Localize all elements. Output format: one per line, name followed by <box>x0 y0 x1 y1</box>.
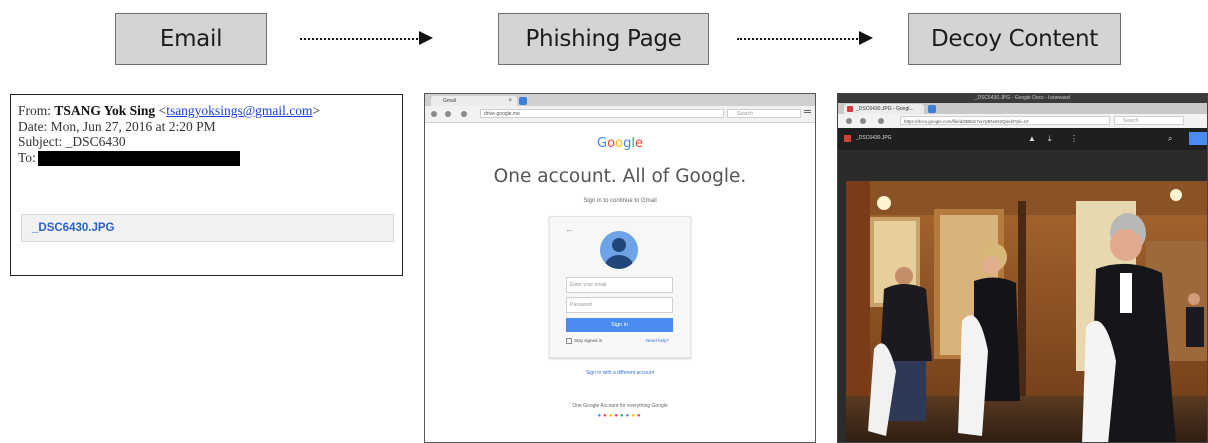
page-title: One account. All of Google. <box>493 166 747 187</box>
download-icon[interactable]: ⤓ <box>1048 134 1052 144</box>
address-bar[interactable]: https://docs.google.com/file/d/0B8dz7iuY… <box>900 116 1110 125</box>
arrow-phishing-to-decoy <box>737 38 858 42</box>
new-tab-icon[interactable] <box>928 105 936 113</box>
back-arrow-icon[interactable]: ← <box>565 224 574 234</box>
back-icon[interactable] <box>431 111 437 117</box>
decoy-screenshot: _DSC6430.JPG - Google Docs - Iceweasel _… <box>837 93 1208 443</box>
more-icon[interactable]: ⋮ <box>1070 134 1078 143</box>
arrow-head-1 <box>419 31 433 45</box>
back-icon[interactable] <box>846 118 852 124</box>
different-account-link[interactable]: Sign in with a different account <box>425 370 815 376</box>
need-help-link[interactable]: Need help? <box>646 338 669 343</box>
stage-email: Email <box>115 13 267 65</box>
docs-icon <box>847 106 853 112</box>
viewer-toolbar: _DSC6430.JPG ▲ ⤓ ⋮ ⌕ <box>838 128 1207 150</box>
window-title: _DSC6430.JPG - Google Docs - Iceweasel <box>838 94 1207 103</box>
sign-in-button[interactable]: Sign in <box>566 318 673 332</box>
file-name: _DSC6430.JPG <box>856 135 892 141</box>
tab-title: Gmail <box>443 98 457 104</box>
decoy-photo <box>846 181 1207 442</box>
close-tab-icon[interactable]: × <box>508 96 512 106</box>
sender-name: TSANG Yok Sing <box>54 103 156 118</box>
password-input[interactable]: Password <box>566 297 673 313</box>
stay-signed-in-checkbox[interactable]: Stay signed in <box>566 338 602 344</box>
browser-tab[interactable]: Gmail × <box>431 96 517 106</box>
forward-icon[interactable] <box>445 111 451 117</box>
browser-toolbar: drive-google.me Search <box>425 106 815 123</box>
email-subject-line: Subject: _DSC6430 <box>18 134 126 149</box>
search-box[interactable]: Search <box>1114 116 1184 125</box>
address-bar[interactable]: drive-google.me <box>480 109 724 118</box>
google-apps-icons: ●●●●●●●● <box>597 413 643 419</box>
stage-phishing-page: Phishing Page <box>498 13 709 65</box>
email-from-line: From: TSANG Yok Sing <tsangyoksings@gmai… <box>18 103 321 118</box>
sender-email-link[interactable]: tsangyoksings@gmail.com <box>166 103 312 118</box>
redacted-recipient <box>37 150 240 166</box>
new-tab-icon[interactable] <box>519 97 527 105</box>
email-input[interactable]: Enter your email <box>566 277 673 293</box>
page-subtitle: Sign in to continue to Gmail <box>583 198 657 204</box>
browser-tabbar: _DSC6430.JPG - Googl... <box>838 103 1207 114</box>
avatar-icon <box>600 231 638 269</box>
login-card: ← Enter your email Password Sign in Stay… <box>549 216 691 358</box>
menu-icon[interactable] <box>804 110 811 113</box>
one-account-text: One Google Account for everything Google <box>572 403 668 409</box>
email-screenshot: From: TSANG Yok Sing <tsangyoksings@gmai… <box>10 94 403 276</box>
home-icon[interactable] <box>878 118 884 124</box>
tab-title: _DSC6430.JPG - Googl... <box>856 106 914 112</box>
phishing-screenshot: Gmail × drive-google.me Search Google On… <box>424 93 816 443</box>
browser-tab[interactable]: _DSC6430.JPG - Googl... <box>844 104 924 114</box>
stage-decoy-content: Decoy Content <box>908 13 1121 65</box>
arrow-head-2 <box>859 31 873 45</box>
drive-icon[interactable]: ▲ <box>1028 134 1036 143</box>
email-to-line: To: <box>18 150 402 166</box>
attachment-link[interactable]: _DSC6430.JPG <box>21 214 394 242</box>
home-icon[interactable] <box>461 111 467 117</box>
forward-icon[interactable] <box>860 118 866 124</box>
browser-toolbar: https://docs.google.com/file/d/0B8dz7iuY… <box>838 114 1207 129</box>
zoom-icon[interactable]: ⌕ <box>1168 134 1172 144</box>
email-date-line: Date: Mon, Jun 27, 2016 at 2:20 PM <box>18 118 216 134</box>
browser-tabbar: Gmail × <box>425 94 815 106</box>
to-label: To: <box>18 149 36 165</box>
search-box[interactable]: Search <box>727 109 801 118</box>
arrow-email-to-phishing <box>300 38 418 42</box>
open-button[interactable] <box>1189 132 1207 145</box>
from-label: From: <box>18 103 52 118</box>
image-file-icon <box>844 135 851 142</box>
google-logo: Google <box>597 136 643 151</box>
